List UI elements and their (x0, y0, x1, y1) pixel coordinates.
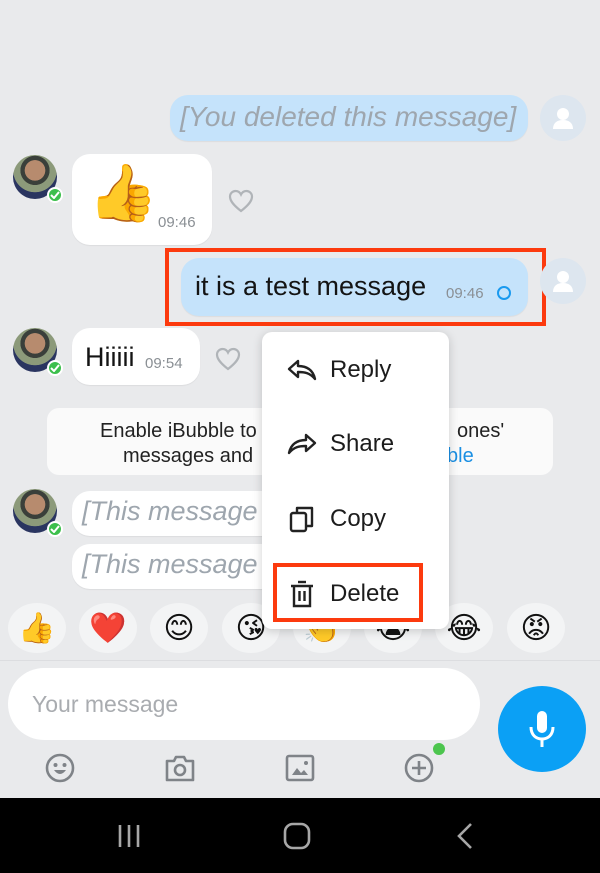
message-bubble-sticker[interactable]: 👍 09:46 (72, 154, 212, 245)
my-avatar[interactable] (540, 258, 586, 304)
reaction-smile[interactable]: 😊 (150, 603, 208, 653)
recent-apps-icon (118, 825, 140, 847)
verified-badge-icon (47, 187, 63, 203)
my-avatar[interactable] (540, 95, 586, 141)
home-button[interactable] (272, 816, 322, 856)
reaction-thumbs-up[interactable]: 👍 (8, 603, 66, 653)
reaction-heart[interactable]: ❤️ (79, 603, 137, 653)
verified-badge-icon (47, 360, 63, 376)
menu-item-share[interactable]: Share (262, 414, 449, 474)
copy-icon (286, 503, 318, 535)
notification-dot (433, 743, 445, 755)
back-icon (457, 823, 472, 849)
verified-badge-icon (47, 521, 63, 537)
like-heart-button[interactable] (226, 186, 256, 216)
menu-label: Reply (330, 356, 392, 383)
recent-apps-button[interactable] (104, 816, 154, 856)
menu-label: Copy (330, 505, 387, 532)
message-text: it is a test message (195, 271, 427, 301)
menu-item-reply[interactable]: Reply (262, 340, 449, 400)
emoji-button[interactable] (42, 750, 78, 786)
banner-text-line1-right: ones' (457, 420, 505, 442)
microphone-icon (529, 711, 555, 747)
heart-icon (215, 347, 241, 371)
system-navigation-bar (0, 798, 600, 873)
share-icon (286, 428, 318, 460)
person-icon (553, 271, 573, 292)
contact-avatar[interactable] (13, 328, 63, 376)
message-bubble-outgoing[interactable]: it is a test message 09:46 (181, 258, 528, 316)
menu-label: Share (330, 430, 395, 457)
back-button[interactable] (440, 816, 490, 856)
message-text: [You deleted this message] (180, 101, 517, 132)
banner-enable-link[interactable]: ble (447, 445, 474, 468)
contact-avatar[interactable] (13, 489, 63, 537)
message-text: Hiiiii (85, 342, 135, 372)
message-time: 09:46 (158, 214, 196, 231)
divider (0, 660, 600, 661)
reaction-angry[interactable]: 😡 (507, 603, 565, 653)
sticker-thumbs-up: 👍 (88, 161, 158, 226)
message-time: 09:46 (446, 285, 484, 302)
message-bubble-incoming[interactable]: Hiiiii 09:54 (72, 328, 200, 385)
message-text: [This message (82, 496, 258, 526)
voice-record-button[interactable] (498, 686, 586, 772)
reply-icon (286, 354, 318, 386)
heart-icon (228, 189, 254, 213)
message-input[interactable] (32, 668, 452, 740)
contact-avatar[interactable] (13, 155, 63, 203)
home-icon (283, 822, 311, 850)
banner-text-line1-left: Enable iBubble to (100, 420, 257, 442)
banner-text-line2-left: messages and (123, 445, 254, 467)
like-heart-button[interactable] (213, 344, 243, 374)
sending-status-icon (497, 286, 511, 300)
message-time: 09:54 (145, 355, 183, 372)
gallery-icon (285, 754, 315, 782)
message-input-container (8, 668, 480, 740)
message-text: [This message (82, 549, 258, 579)
message-bubble-deleted-outgoing[interactable]: [You deleted this message] (170, 95, 528, 141)
emoji-icon (45, 753, 75, 783)
camera-button[interactable] (162, 750, 198, 786)
highlight-delete-option (273, 563, 423, 622)
person-icon (553, 108, 573, 129)
menu-item-copy[interactable]: Copy (262, 489, 449, 549)
camera-icon (165, 755, 195, 782)
gallery-button[interactable] (282, 750, 318, 786)
add-attachment-button[interactable] (401, 750, 437, 786)
add-icon (404, 753, 434, 783)
